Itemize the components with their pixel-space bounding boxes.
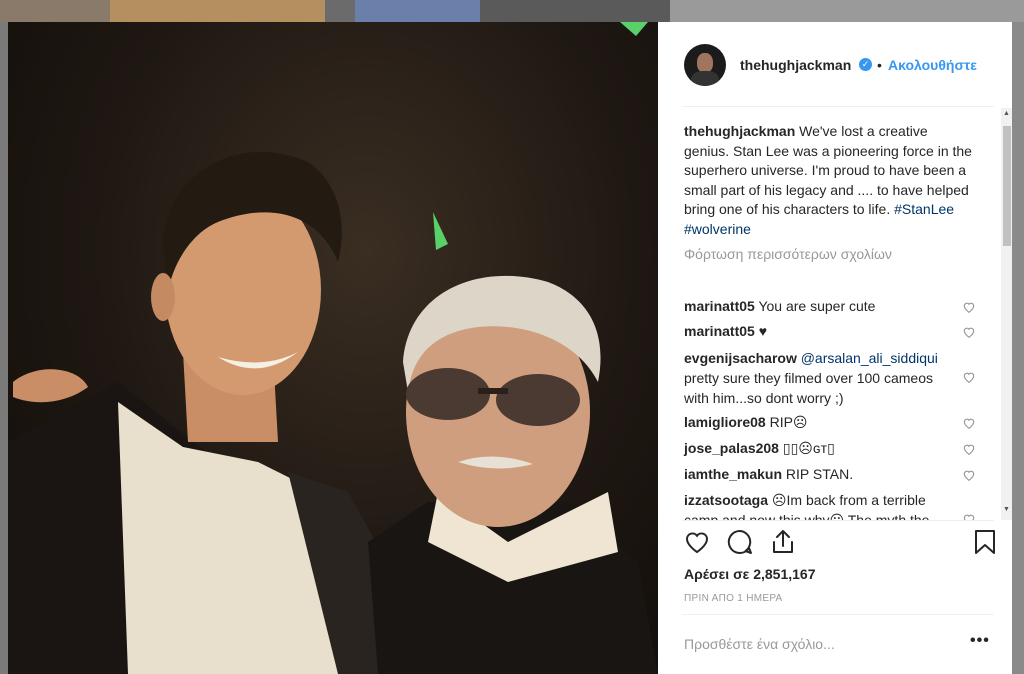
- heart-icon[interactable]: [962, 416, 976, 430]
- comment-item: jose_palas208 ▯▯☹ɢᴛ▯: [684, 438, 954, 458]
- heart-icon[interactable]: [962, 468, 976, 482]
- post-photo[interactable]: [8, 22, 658, 674]
- add-comment-input[interactable]: Προσθέστε ένα σχόλιο...: [684, 636, 835, 652]
- background-page-strip: [0, 0, 1024, 22]
- comment-text: ▯▯☹ɢᴛ▯: [778, 440, 835, 456]
- scroll-up-arrow-icon[interactable]: ▲: [1003, 110, 1010, 117]
- post-header: thehughjackman ✓ • Ακολουθήστε: [658, 22, 1012, 108]
- comment-username[interactable]: iamthe_makun: [684, 466, 782, 482]
- post-timestamp[interactable]: ΠΡΙΝ ΑΠΟ 1 ΗΜΕΡΑ: [684, 593, 783, 604]
- photo-illustration: [8, 22, 658, 674]
- background-page-left: [0, 22, 8, 674]
- likes-count-text: Αρέσει σε 2,851,167: [684, 566, 816, 582]
- comment-item: marinatt05 You are super cute: [684, 296, 954, 316]
- heart-icon[interactable]: [962, 370, 976, 384]
- share-icon[interactable]: [769, 528, 797, 556]
- comment-username[interactable]: marinatt05: [684, 298, 755, 314]
- background-page-right: [1012, 22, 1024, 674]
- comment-username[interactable]: jose_palas208: [684, 440, 779, 456]
- likes-count[interactable]: Αρέσει σε 2,851,167: [684, 566, 815, 582]
- scroll-down-arrow-icon[interactable]: ▼: [1003, 506, 1010, 513]
- post-caption: thehughjackman We've lost a creative gen…: [684, 122, 974, 239]
- post-side-panel: thehughjackman ✓ • Ακολουθήστε thehughja…: [658, 22, 1012, 674]
- comments-list[interactable]: thehughjackman We've lost a creative gen…: [658, 108, 1012, 520]
- heart-icon[interactable]: [962, 512, 976, 520]
- scrollbar-thumb[interactable]: [1003, 126, 1011, 246]
- like-heart-icon[interactable]: [683, 528, 711, 556]
- comment-item: evgenijsacharow @arsalan_ali_siddiqui pr…: [684, 348, 954, 408]
- comment-mention[interactable]: @arsalan_ali_siddiqui: [797, 350, 938, 366]
- heart-icon[interactable]: [962, 300, 976, 314]
- comment-item: iamthe_makun RIP STAN.: [684, 464, 954, 484]
- comment-item: izzatsootaga ☹Im back from a terrible ca…: [684, 490, 954, 520]
- comment-username[interactable]: marinatt05: [684, 323, 755, 339]
- avatar[interactable]: [684, 44, 726, 86]
- comment-text: ♥: [754, 323, 768, 339]
- verified-icon: ✓: [859, 58, 872, 71]
- more-options-button[interactable]: •••: [970, 632, 990, 650]
- comment-username[interactable]: lamigliore08: [684, 414, 766, 430]
- divider: [682, 106, 994, 107]
- comment-text: RIP☹: [765, 414, 808, 430]
- divider: [682, 614, 994, 615]
- comment-username[interactable]: evgenijsacharow: [684, 350, 797, 366]
- caption-username[interactable]: thehughjackman: [684, 123, 795, 139]
- avatar-face: [697, 53, 713, 73]
- bookmark-icon[interactable]: [971, 528, 999, 556]
- comment-item: marinatt05 ♥: [684, 321, 954, 341]
- comment-text: You are super cute: [754, 298, 876, 314]
- comment-item: lamigliore08 RIP☹: [684, 412, 954, 432]
- username-link[interactable]: thehughjackman: [740, 57, 851, 73]
- avatar-body: [691, 71, 719, 86]
- heart-icon[interactable]: [962, 442, 976, 456]
- load-more-comments-button[interactable]: Φόρτωση περισσότερων σχολίων: [684, 246, 892, 262]
- hashtag-wolverine[interactable]: #wolverine: [684, 221, 751, 237]
- follow-button[interactable]: Ακολουθήστε: [888, 57, 977, 73]
- divider: [682, 520, 994, 521]
- hashtag-stanlee[interactable]: #StanLee: [894, 201, 954, 217]
- comment-text: RIP STAN.: [782, 466, 854, 482]
- comment-text: pretty sure they filmed over 100 cameos …: [684, 370, 934, 406]
- heart-icon[interactable]: [962, 325, 976, 339]
- comment-username[interactable]: izzatsootaga: [684, 492, 768, 508]
- separator-dot: •: [877, 57, 882, 73]
- comment-icon[interactable]: [726, 528, 754, 556]
